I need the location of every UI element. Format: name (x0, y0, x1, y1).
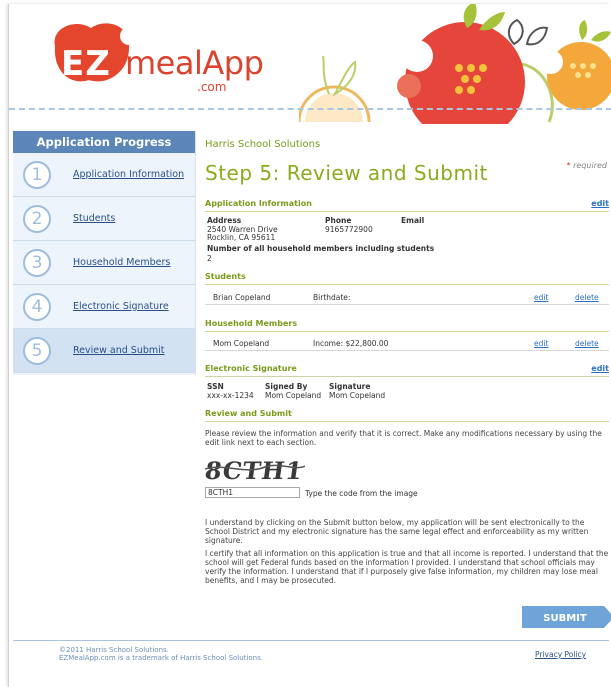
email-label: Email (401, 216, 425, 225)
signature-label: Signature (329, 382, 371, 391)
submit-button[interactable]: SUBMIT (522, 606, 611, 628)
student-birthdate: Birthdate: (313, 293, 351, 302)
required-label: required (573, 161, 607, 170)
member-income: Income: $22,800.00 (313, 339, 389, 348)
signed-by-label: Signed By (265, 382, 308, 391)
section-heading: Electronic Signature (205, 364, 297, 373)
page-title: Step 5: Review and Submit (205, 161, 488, 185)
captcha-hint: Type the code from the image (305, 489, 418, 498)
delete-student-link[interactable]: delete (575, 293, 599, 302)
address-line2: Rocklin, CA 95611 (207, 233, 276, 242)
step-number-circle-icon: 2 (23, 205, 51, 233)
certification-statement: I certify that all information on this a… (205, 549, 609, 585)
section-household-members: Household Members (205, 319, 609, 332)
household-member-row: Mom Copeland Income: $22,800.00 edit del… (205, 335, 609, 351)
submit-label: SUBMIT (543, 613, 587, 624)
signed-by-value: Mom Copeland (265, 391, 322, 400)
sidebar-title: Application Progress (13, 131, 195, 153)
edit-signature-link[interactable]: edit (591, 364, 609, 373)
edit-student-link[interactable]: edit (534, 293, 548, 302)
delete-member-link[interactable]: delete (575, 339, 599, 348)
section-heading: Review and Submit (205, 409, 292, 418)
logo-com-text: .com (197, 80, 227, 94)
student-name: Brian Copeland (213, 293, 271, 302)
section-application-information: Application Information edit (205, 199, 609, 212)
sidebar-step-application-information[interactable]: 1 Application Information (13, 153, 195, 197)
page-frame: EZ mealApp .com Application Progress 1 A… (8, 4, 611, 687)
logo-ez-text: EZ (61, 44, 111, 84)
privacy-policy-link[interactable]: Privacy Policy (535, 650, 586, 659)
student-row: Brian Copeland Birthdate: edit delete (205, 289, 609, 305)
captcha-row: Type the code from the image (205, 487, 609, 499)
sidebar-step-label[interactable]: Electronic Signature (73, 301, 169, 312)
application-info-block: Address 2540 Warren Drive Rocklin, CA 95… (205, 212, 609, 270)
sidebar-step-review-and-submit[interactable]: 5 Review and Submit (13, 329, 195, 373)
address-label: Address (207, 216, 242, 225)
header: EZ mealApp .com (9, 4, 611, 124)
member-name: Mom Copeland (213, 339, 270, 348)
section-heading: Students (205, 272, 246, 281)
organization-name: Harris School Solutions (205, 139, 321, 150)
sidebar: Application Progress 1 Application Infor… (13, 131, 196, 375)
section-students: Students (205, 272, 609, 285)
copyright-line-1: ©2011 Harris School Solutions. (59, 646, 169, 654)
main-content: Harris School Solutions Step 5: Review a… (203, 139, 609, 585)
submit-arrow-button: SUBMIT (522, 606, 611, 628)
header-divider (9, 108, 611, 110)
sidebar-step-electronic-signature[interactable]: 4 Electronic Signature (13, 285, 195, 329)
captcha-input[interactable] (205, 487, 300, 498)
logo-mealapp-text: mealApp (125, 44, 264, 82)
ssn-value: xxx-xx-1234 (207, 391, 254, 400)
edit-application-link[interactable]: edit (591, 199, 609, 208)
sidebar-step-household-members[interactable]: 3 Household Members (13, 241, 195, 285)
review-instructions: Please review the information and verify… (205, 429, 602, 447)
phone-label: Phone (325, 216, 352, 225)
step-number-circle-icon: 4 (23, 293, 51, 321)
required-note: * required (567, 161, 607, 170)
footer-copyright: ©2011 Harris School Solutions. EZMealApp… (59, 646, 263, 662)
signature-value: Mom Copeland (329, 391, 386, 400)
required-star: * (566, 161, 571, 170)
section-review-and-submit: Review and Submit (205, 409, 609, 422)
step-number-circle-icon: 1 (23, 161, 51, 189)
sidebar-step-label[interactable]: Review and Submit (73, 345, 165, 356)
section-heading: Application Information (205, 199, 312, 208)
phone-value: 9165772900 (325, 225, 373, 234)
step-number-circle-icon: 3 (23, 249, 51, 277)
edit-member-link[interactable]: edit (534, 339, 548, 348)
sidebar-step-label[interactable]: Application Information (73, 169, 184, 180)
captcha-image: 8CTH1 (203, 456, 306, 485)
step-number-circle-icon: 5 (23, 337, 51, 365)
household-count-value: 2 (207, 254, 212, 263)
section-electronic-signature: Electronic Signature edit (205, 364, 609, 377)
household-count-label: Number of all household members includin… (207, 244, 435, 253)
section-heading: Household Members (205, 319, 298, 328)
footer-divider (13, 640, 609, 641)
sidebar-step-students[interactable]: 2 Students (13, 197, 195, 241)
sidebar-step-label[interactable]: Students (73, 213, 115, 224)
submit-disclaimer: I understand by clicking on the Submit b… (205, 518, 589, 545)
header-fruit-illustration (299, 4, 611, 124)
ssn-label: SSN (207, 382, 224, 391)
sidebar-step-label[interactable]: Household Members (73, 257, 170, 268)
signature-block: SSN Signed By Signature xxx-xx-1234 Mom … (205, 377, 609, 409)
copyright-line-2: EZMealApp.com is a trademark of Harris S… (59, 654, 263, 662)
